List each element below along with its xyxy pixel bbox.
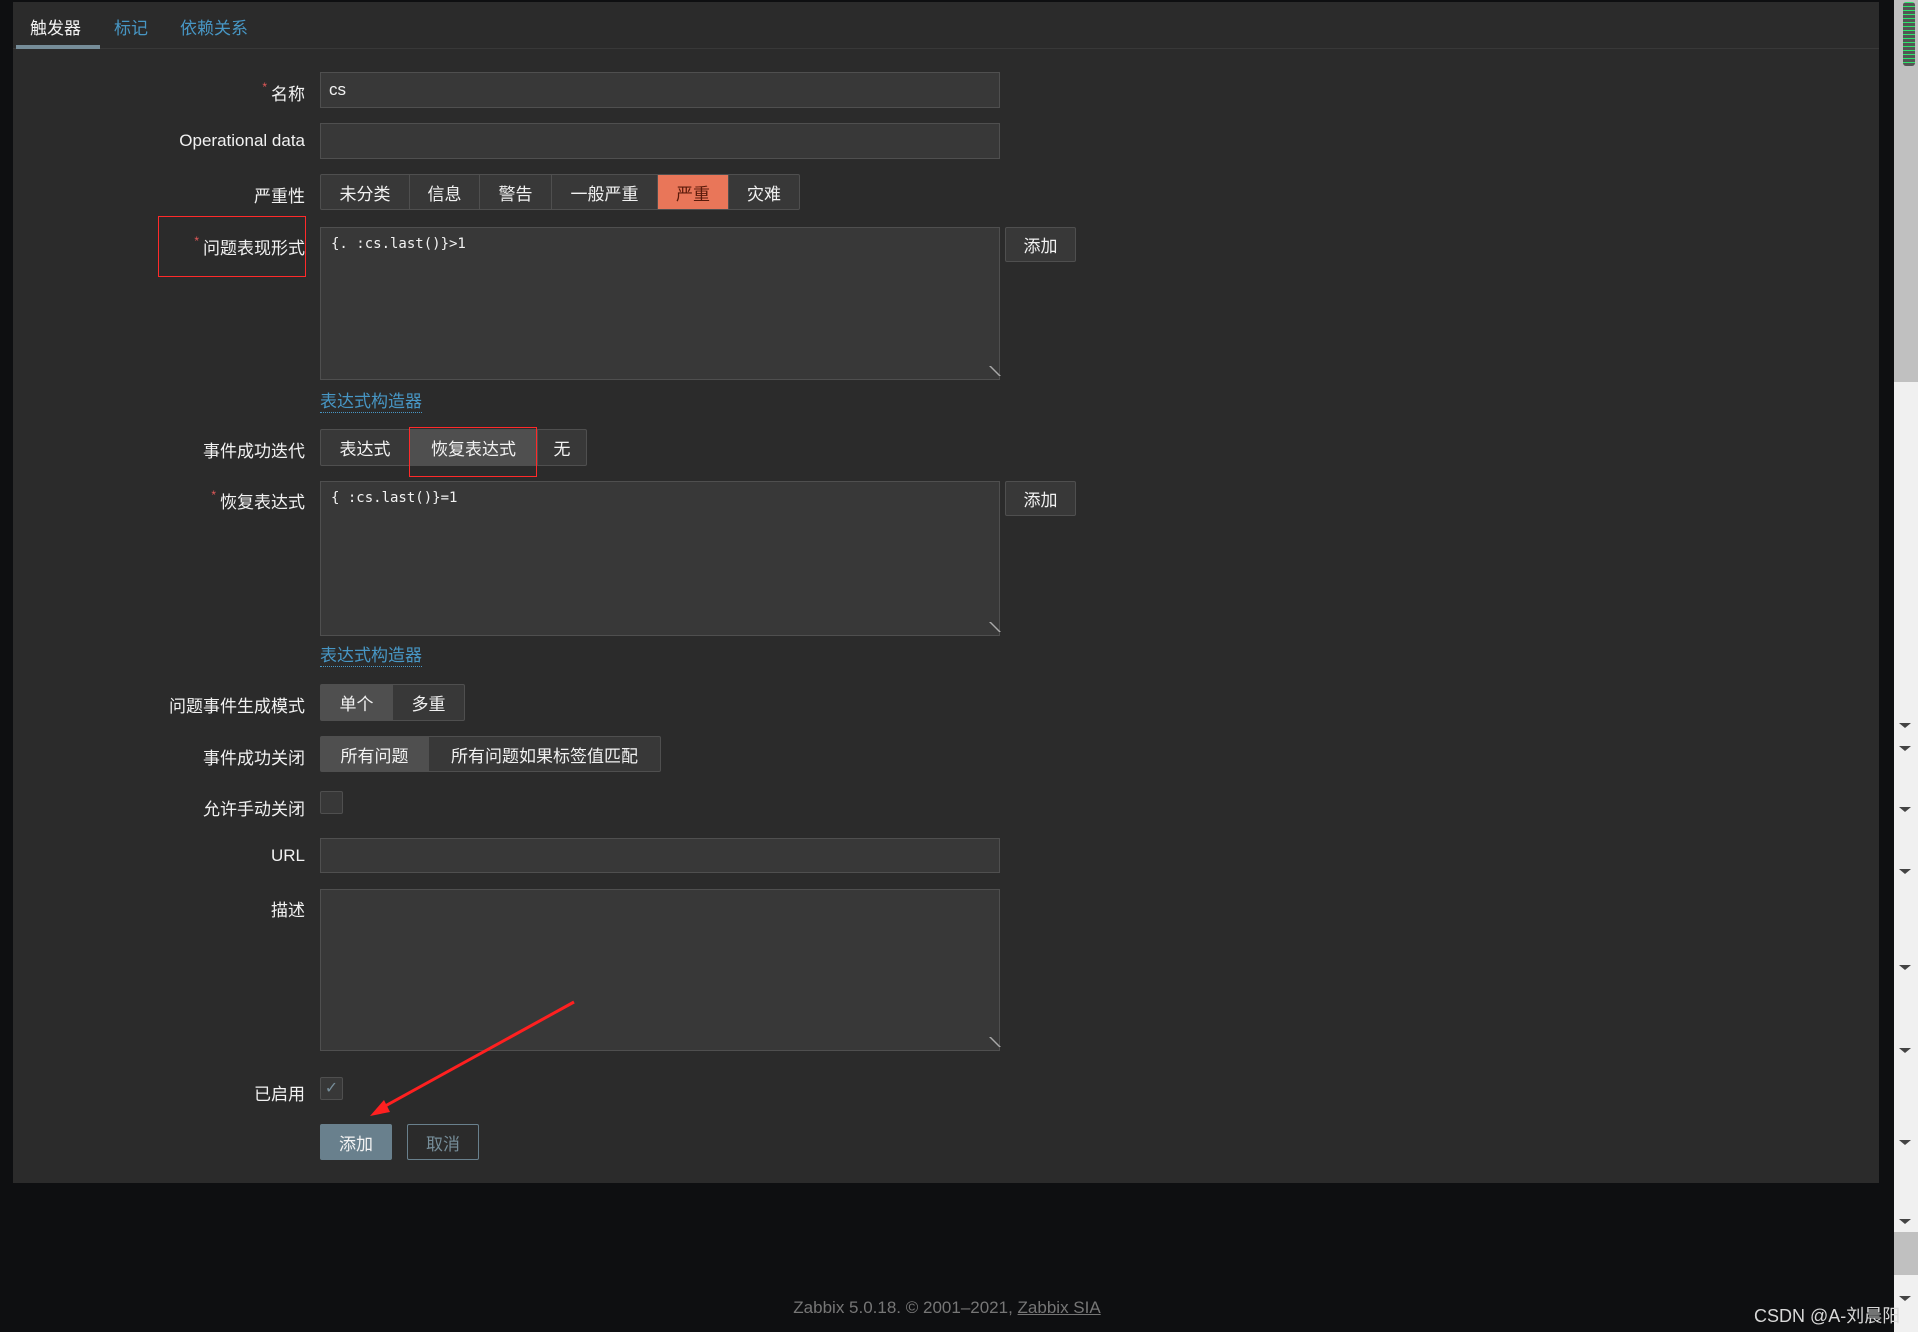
annotation-arrow-icon [370,1000,575,1116]
fold-arrow-icon[interactable] [1899,869,1911,874]
fold-arrow-icon[interactable] [1899,1219,1911,1224]
fold-arrow-icon[interactable] [1899,723,1911,728]
fold-arrow-icon[interactable] [1899,746,1911,751]
minimap-icon [1903,2,1915,66]
scrollbar-thumb-lower[interactable] [1894,1232,1918,1275]
footer: Zabbix 5.0.18. © 2001–2021, Zabbix SIA [0,1298,1894,1318]
fold-arrow-icon[interactable] [1899,1140,1911,1145]
fold-arrow-icon[interactable] [1899,807,1911,812]
fold-arrow-icon[interactable] [1899,1048,1911,1053]
footer-link[interactable]: Zabbix SIA [1018,1298,1101,1317]
scrollbar[interactable] [1894,0,1918,1332]
footer-text: Zabbix 5.0.18. © 2001–2021, [793,1298,1018,1317]
fold-arrow-icon[interactable] [1899,965,1911,970]
fold-arrow-icon[interactable] [1899,1296,1911,1301]
watermark: CSDN @A-刘晨阳 [1754,1306,1901,1326]
